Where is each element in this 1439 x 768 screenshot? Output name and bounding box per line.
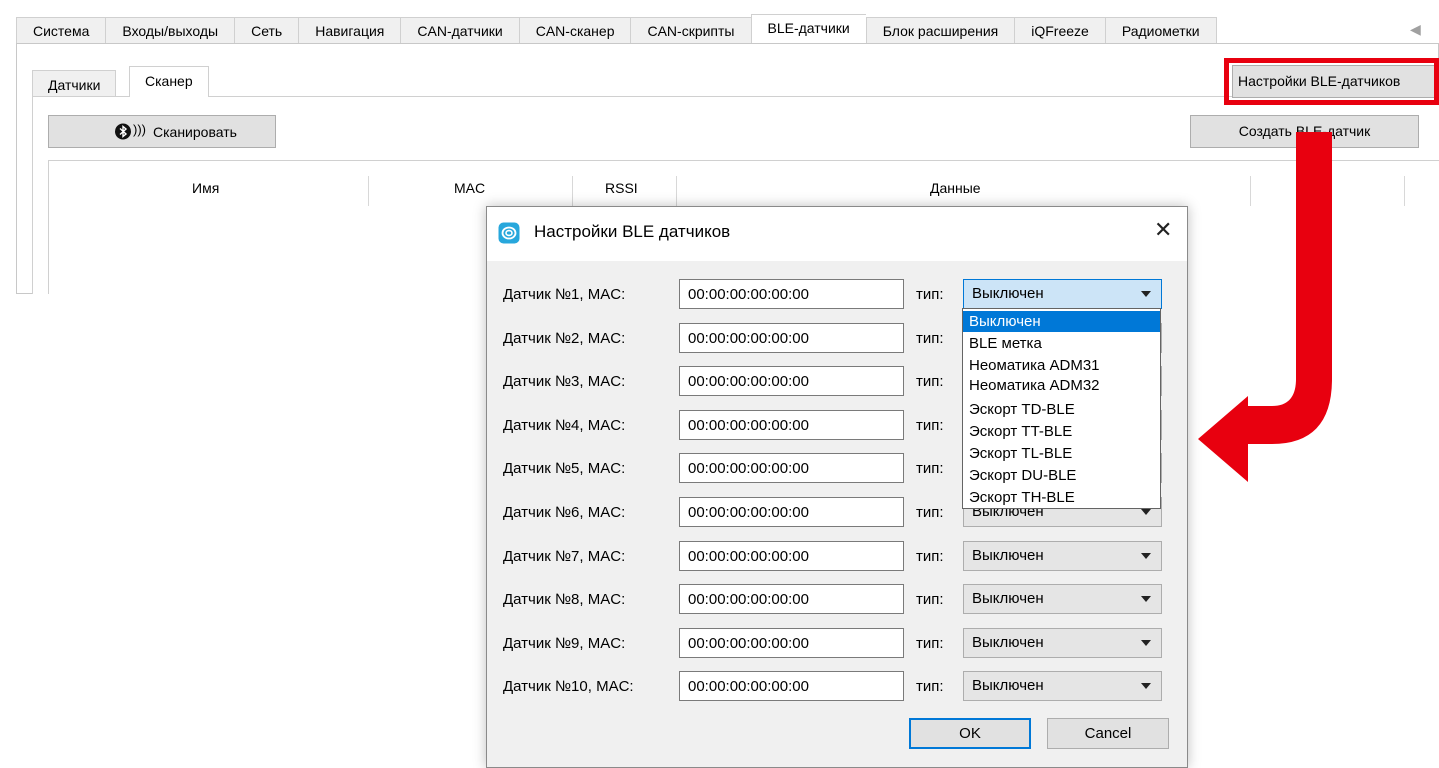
sensor-type-label: тип: (916, 591, 944, 608)
sensor-type-value: Выключен (972, 634, 1044, 651)
tab-network[interactable]: Сеть (234, 17, 299, 44)
chevron-down-icon (1141, 596, 1151, 602)
sensor-type-value: Выключен (972, 677, 1044, 694)
chevron-down-icon (1141, 509, 1151, 515)
subtab-scanner[interactable]: Сканер (129, 66, 209, 97)
sensor-type-value: Выключен (972, 547, 1044, 564)
dropdown-option[interactable]: Эскорт DU-BLE (963, 465, 1160, 486)
sensor-type-label: тип: (916, 330, 944, 347)
tab-system[interactable]: Система (16, 17, 106, 44)
dropdown-option[interactable]: BLE метка (963, 333, 1160, 354)
sensor-mac-label: Датчик №6, MAC: (503, 504, 626, 521)
sensor-mac-label: Датчик №8, MAC: (503, 591, 626, 608)
tab-ble-sensors[interactable]: BLE-датчики (750, 14, 866, 43)
sensor-type-label: тип: (916, 635, 944, 652)
sensor-type-label: тип: (916, 373, 944, 390)
dropdown-option[interactable]: Эскорт TD-BLE (963, 399, 1160, 420)
sensor-type-value: Выключен (972, 285, 1044, 302)
col-divider (572, 176, 573, 206)
scan-button[interactable]: ))) Сканировать (48, 115, 276, 148)
tab-scroll-left-icon[interactable]: ◀ (1410, 20, 1422, 38)
type-dropdown-list: Выключен BLE метка Неоматика ADM31 Неома… (962, 308, 1161, 509)
col-header-mac[interactable]: MAC (454, 180, 485, 196)
sensor-mac-input[interactable] (679, 323, 904, 353)
sensor-mac-label: Датчик №5, MAC: (503, 460, 626, 477)
tab-radio-tags[interactable]: Радиометки (1104, 17, 1217, 44)
sensor-mac-input[interactable] (679, 628, 904, 658)
dropdown-option[interactable]: Эскорт TT-BLE (963, 421, 1160, 442)
col-divider (1404, 176, 1405, 206)
sensor-mac-label: Датчик №1, MAC: (503, 286, 626, 303)
sensor-type-select[interactable]: Выключен (963, 671, 1162, 701)
sensor-type-label: тип: (916, 548, 944, 565)
sensor-type-select[interactable]: Выключен (963, 628, 1162, 658)
col-header-data[interactable]: Данные (930, 180, 981, 196)
tab-inputs-outputs[interactable]: Входы/выходы (105, 17, 235, 44)
col-header-rssi[interactable]: RSSI (605, 180, 638, 196)
ok-button[interactable]: OK (909, 718, 1031, 749)
sensor-mac-label: Датчик №2, MAC: (503, 330, 626, 347)
scan-button-label: Сканировать (153, 124, 237, 140)
sensor-mac-input[interactable] (679, 497, 904, 527)
chevron-down-icon (1141, 553, 1151, 559)
sensor-mac-input[interactable] (679, 410, 904, 440)
dialog-app-icon (498, 222, 520, 244)
dropdown-option[interactable]: Эскорт TL-BLE (963, 443, 1160, 464)
dialog-title: Настройки BLE датчиков (534, 222, 731, 241)
close-icon[interactable]: ✕ (1154, 217, 1172, 243)
sensor-mac-label: Датчик №7, MAC: (503, 548, 626, 565)
dropdown-option[interactable]: Эскорт TH-BLE (963, 487, 1160, 508)
sensor-mac-input[interactable] (679, 366, 904, 396)
dropdown-option[interactable]: Выключен (963, 311, 1160, 332)
dropdown-option[interactable]: Неоматика ADM32 (963, 375, 1160, 396)
sensor-mac-input[interactable] (679, 279, 904, 309)
sensor-type-label: тип: (916, 286, 944, 303)
sensor-type-label: тип: (916, 460, 944, 477)
cancel-button[interactable]: Cancel (1047, 718, 1169, 749)
highlight-frame (1224, 58, 1439, 105)
sensor-mac-input[interactable] (679, 584, 904, 614)
signal-waves-icon: ))) (133, 122, 146, 137)
sensor-type-label: тип: (916, 678, 944, 695)
sensor-mac-input[interactable] (679, 671, 904, 701)
sensor-type-label: тип: (916, 504, 944, 521)
chevron-down-icon (1141, 291, 1151, 297)
sensor-mac-input[interactable] (679, 453, 904, 483)
tab-expansion-block[interactable]: Блок расширения (865, 17, 1015, 44)
sensor-type-select[interactable]: Выключен (963, 584, 1162, 614)
tab-iqfreeze[interactable]: iQFreeze (1014, 17, 1105, 44)
sensor-mac-label: Датчик №9, MAC: (503, 635, 626, 652)
sensor-mac-label: Датчик №10, MAC: (503, 678, 634, 695)
sensor-type-label: тип: (916, 417, 944, 434)
dropdown-option[interactable]: Неоматика ADM31 (963, 355, 1160, 376)
tab-can-scripts[interactable]: CAN-скрипты (630, 17, 751, 44)
sensor-mac-label: Датчик №3, MAC: (503, 373, 626, 390)
col-header-name[interactable]: Имя (192, 180, 219, 196)
tab-navigation[interactable]: Навигация (298, 17, 401, 44)
sensor-type-select[interactable]: Выключен (963, 279, 1162, 309)
bluetooth-icon (115, 123, 132, 140)
sensor-mac-input[interactable] (679, 541, 904, 571)
main-tab-bar: Система Входы/выходы Сеть Навигация CAN-… (16, 14, 1217, 44)
sensor-type-value: Выключен (972, 590, 1044, 607)
subtab-sensors[interactable]: Датчики (32, 70, 117, 97)
col-divider (676, 176, 677, 206)
chevron-down-icon (1141, 640, 1151, 646)
chevron-down-icon (1141, 683, 1151, 689)
tab-can-sensors[interactable]: CAN-датчики (400, 17, 519, 44)
sensor-type-select[interactable]: Выключен (963, 541, 1162, 571)
red-arrow-icon (1198, 132, 1332, 482)
sensor-mac-label: Датчик №4, MAC: (503, 417, 626, 434)
col-divider (368, 176, 369, 206)
tab-can-scanner[interactable]: CAN-сканер (518, 17, 631, 44)
